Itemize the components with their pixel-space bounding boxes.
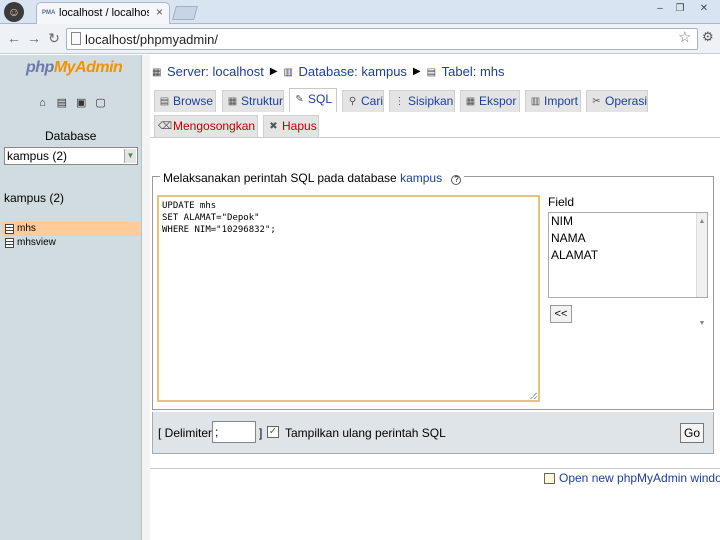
breadcrumb-separator-icon: ▶ (269, 66, 278, 78)
new-window-icon (544, 473, 555, 485)
insert-field-button[interactable]: << (550, 305, 572, 323)
table-item-mhs[interactable]: mhs (2, 222, 140, 236)
breadcrumb: ▦ Server: localhost ▶ ▥ Database: kampus ▶ ▤ Ta… (152, 63, 505, 81)
tab-sisipkan[interactable]: ⋮ Sisipkan (389, 90, 455, 112)
database-label: Database (45, 129, 97, 143)
tab-title: localhost / localhost / kampus (59, 7, 149, 19)
browser-tab-bar: ☺ PMA localhost / localhost / kampus × –… (0, 0, 720, 24)
quick-links: ⌂ ▤ ▣ ▢ (36, 95, 110, 111)
show-query-checkbox[interactable]: ✓ (267, 426, 279, 438)
minimize-icon[interactable]: – (652, 2, 668, 16)
tab-ekspor[interactable]: ▦ Ekspor (460, 90, 520, 112)
table-icon: ▤ (426, 67, 437, 79)
breadcrumb-server[interactable]: ▦ Server: localhost (152, 64, 264, 79)
empty-icon: ⌫ (158, 121, 173, 132)
query-icon[interactable]: ▢ (94, 97, 107, 110)
tab-hapus[interactable]: ✖ Hapus (263, 115, 319, 137)
left-navigation-frame: phpMyAdmin ⌂ ▤ ▣ ▢ Database kampus (2) ▼… (0, 55, 142, 540)
breadcrumb-database[interactable]: ▥ Database: kampus (284, 64, 407, 79)
field-list-scrollbar[interactable]: ▲ ▼ (696, 213, 707, 327)
close-tab-icon[interactable]: × (156, 5, 163, 19)
delimiter-input[interactable]: ; (212, 421, 256, 443)
field-label: Field (548, 195, 575, 209)
tab-struktur[interactable]: ▦ Struktur (222, 90, 284, 112)
insert-icon: ⋮ (394, 96, 405, 107)
table-icon (5, 238, 14, 248)
help-icon[interactable]: ? (451, 175, 462, 185)
field-option[interactable]: NAMA (551, 230, 707, 247)
tab-mengosongkan[interactable]: ⌫ Mengosongkan (154, 115, 258, 137)
tab-operasi[interactable]: ✂ Operasi (586, 90, 648, 112)
docs-icon[interactable]: ▣ (75, 97, 88, 110)
user-avatar[interactable]: ☺ (4, 2, 24, 22)
breadcrumb-separator-icon: ▶ (412, 66, 421, 78)
open-new-window-link[interactable]: Open new phpMyAdmin window (544, 471, 720, 485)
export-icon: ▦ (465, 96, 476, 107)
address-url: localhost/phpmyadmin/ (85, 32, 218, 47)
reload-icon[interactable]: ↻ (46, 30, 62, 46)
bookmark-star-icon[interactable]: ☆ (678, 28, 691, 46)
sql-legend: Melaksanakan perintah SQL pada database … (160, 171, 465, 185)
field-option[interactable]: NIM (551, 213, 707, 230)
frame-divider[interactable] (142, 55, 150, 540)
wrench-icon[interactable]: ⚙ (702, 29, 714, 45)
operations-icon: ✂ (592, 96, 601, 107)
search-icon: ⚲ (348, 96, 357, 107)
sql-icon: ✎ (295, 94, 304, 105)
browse-icon: ▤ (159, 96, 170, 107)
forward-arrow-icon[interactable]: → (26, 30, 42, 46)
tabs-divider (150, 137, 720, 138)
tab-sql[interactable]: ✎ SQL (289, 88, 337, 112)
delimiter-label: [ Delimiter (158, 426, 213, 440)
resize-grip-icon[interactable] (530, 392, 537, 399)
tab-browse[interactable]: ▤ Browse (154, 90, 216, 112)
close-window-icon[interactable]: ✕ (696, 2, 712, 16)
import-icon: ▥ (530, 96, 541, 107)
structure-icon: ▦ (227, 96, 238, 107)
database-select[interactable]: kampus (2) ▼ (4, 147, 138, 165)
tab-import[interactable]: ▥ Import (525, 90, 581, 112)
server-icon: ▦ (152, 67, 162, 79)
field-list[interactable]: NIM NAMA ALAMAT ▲ ▼ (548, 212, 708, 327)
browser-toolbar: ← → ↻ localhost/phpmyadmin/ ☆ ⚙ (0, 24, 720, 54)
database-icon: ▥ (283, 67, 293, 79)
go-button[interactable]: Go (680, 423, 704, 443)
browser-tab[interactable]: PMA localhost / localhost / kampus × (36, 2, 170, 24)
maximize-icon[interactable]: ❐ (672, 2, 688, 16)
tab-cari[interactable]: ⚲ Cari (342, 90, 384, 112)
sql-query-textarea[interactable]: UPDATE mhs SET ALAMAT="Depok" WHERE NIM="1… (157, 195, 540, 402)
database-title[interactable]: kampus (2) (4, 191, 64, 205)
pma-favicon-icon: PMA (42, 10, 56, 16)
new-tab-button[interactable] (172, 6, 198, 20)
divider (150, 468, 720, 469)
drop-icon: ✖ (269, 121, 278, 132)
delimiter-bracket: ] (259, 426, 263, 440)
page-icon (71, 32, 81, 45)
address-bar[interactable]: localhost/phpmyadmin/ (66, 28, 698, 50)
breadcrumb-table[interactable]: ▤ Tabel: mhs (427, 64, 505, 79)
back-arrow-icon[interactable]: ← (6, 30, 22, 46)
database-link[interactable]: kampus (400, 171, 442, 185)
chevron-down-icon: ▼ (124, 149, 136, 163)
table-item-mhsview[interactable]: mhsview (2, 236, 140, 250)
table-icon (5, 224, 14, 234)
sql-window-icon[interactable]: ▤ (55, 97, 68, 110)
phpmyadmin-logo[interactable]: phpMyAdmin (26, 59, 123, 77)
home-icon[interactable]: ⌂ (36, 97, 49, 110)
show-query-label: Tampilkan ulang perintah SQL (285, 426, 446, 440)
field-option[interactable]: ALAMAT (551, 247, 707, 264)
